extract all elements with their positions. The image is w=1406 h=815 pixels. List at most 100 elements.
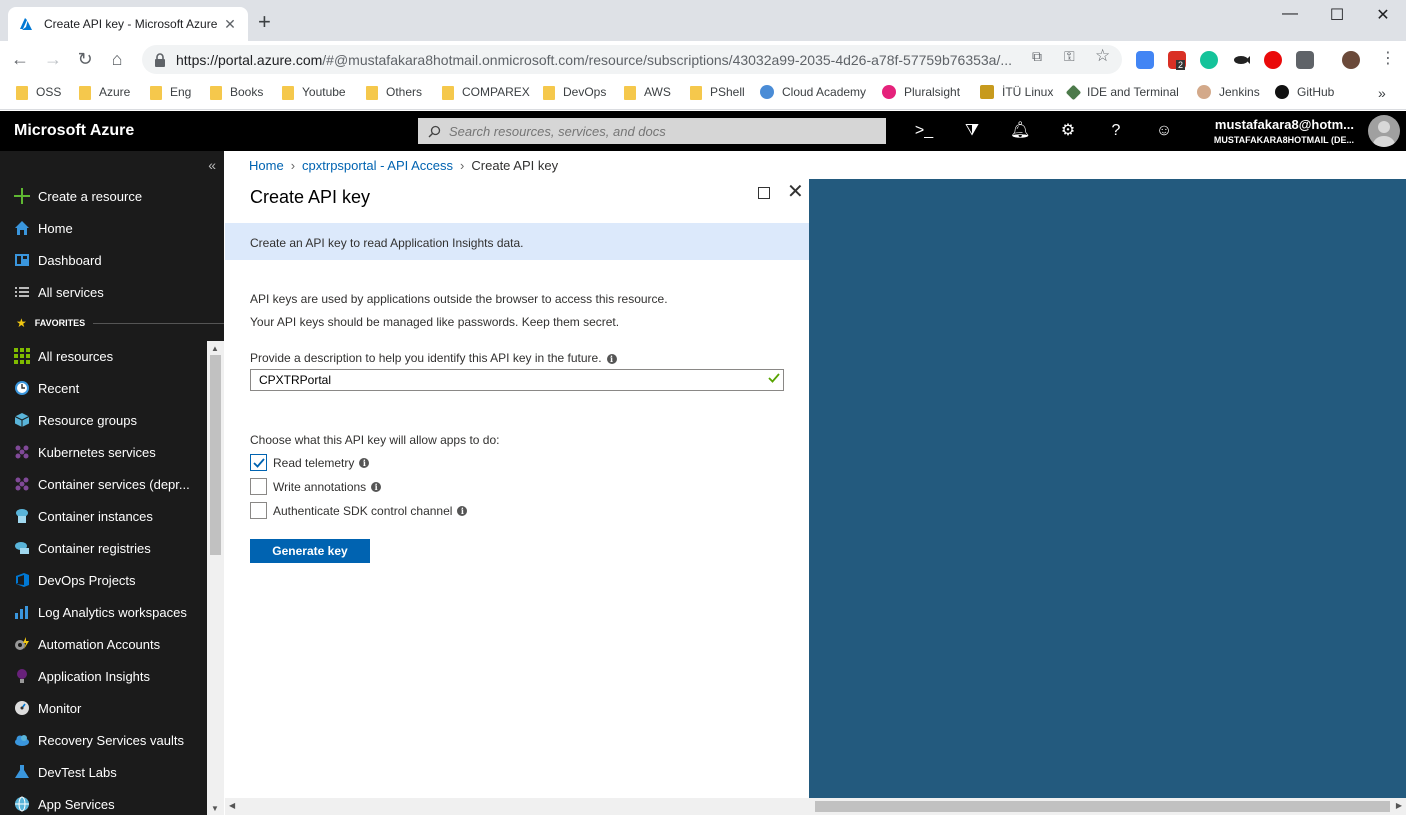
window-close-icon[interactable]: ✕ — [1363, 5, 1403, 25]
bookmark-folder[interactable]: Others — [366, 85, 422, 100]
search-input[interactable] — [449, 123, 869, 139]
bookmark-link[interactable]: Jenkins — [1197, 85, 1260, 99]
profile-avatar[interactable] — [1342, 51, 1360, 69]
tab-close-icon[interactable]: ✕ — [222, 16, 238, 33]
generate-key-button[interactable]: Generate key — [250, 539, 370, 563]
pocket-extension-icon[interactable] — [1296, 51, 1314, 69]
nav-devops-projects[interactable]: DevOps Projects — [0, 564, 207, 596]
global-search[interactable] — [418, 118, 886, 144]
option-authenticate-sdk[interactable]: Authenticate SDK control channel i — [250, 502, 468, 519]
bookmark-folder[interactable]: OSS — [16, 85, 61, 100]
bookmark-link[interactable]: Cloud Academy — [760, 85, 866, 99]
bookmark-folder[interactable]: COMPAREX — [442, 85, 530, 100]
notifications-bell-icon[interactable]: 🔔︎ — [1010, 121, 1030, 141]
nav-label: Automation Accounts — [38, 636, 161, 652]
nav-kubernetes[interactable]: Kubernetes services — [0, 436, 207, 468]
breadcrumb-parent[interactable]: cpxtrpsportal - API Access — [302, 158, 453, 173]
home-icon[interactable]: ⌂ — [105, 48, 129, 70]
bookmark-folder[interactable]: PShell — [690, 85, 745, 100]
scroll-left-icon[interactable]: ◀ — [229, 801, 235, 810]
bookmark-link[interactable]: GitHub — [1275, 85, 1334, 99]
chrome-menu-icon[interactable]: ⋮ — [1380, 48, 1396, 68]
more-bookmarks-icon[interactable]: » — [1378, 85, 1386, 101]
nav-scrollbar[interactable]: ▲ ▼ — [207, 341, 224, 815]
permissions-label: Choose what this API key will allow apps… — [250, 433, 500, 447]
translate-extension-icon[interactable] — [1136, 51, 1154, 69]
bookmark-star-icon[interactable]: ☆ — [1095, 46, 1110, 66]
nav-all-resources[interactable]: All resources — [0, 340, 207, 372]
cast-icon[interactable]: ⧉ — [1032, 48, 1042, 65]
azure-brand[interactable]: Microsoft Azure — [14, 122, 134, 140]
nav-devtest-labs[interactable]: DevTest Labs — [0, 756, 207, 788]
nav-home[interactable]: Home — [0, 212, 207, 244]
nav-container-instances[interactable]: Container instances — [0, 500, 207, 532]
help-icon[interactable]: ? — [1106, 121, 1126, 141]
scroll-up-icon[interactable]: ▲ — [211, 344, 219, 353]
nav-resource-groups[interactable]: Resource groups — [0, 404, 207, 436]
bookmark-folder[interactable]: Books — [210, 85, 263, 100]
close-blade-icon[interactable]: ✕ — [787, 182, 804, 202]
option-read-telemetry[interactable]: Read telemetry i — [250, 454, 370, 471]
lightbulb-icon — [17, 669, 27, 683]
minimize-icon[interactable]: — — [1270, 5, 1310, 23]
option-label: Write annotations — [273, 479, 367, 494]
nav-container-services[interactable]: Container services (depr... — [0, 468, 207, 500]
fish-extension-icon[interactable] — [1232, 51, 1250, 69]
bookmark-link[interactable]: IDE and Terminal — [1065, 84, 1179, 100]
back-icon[interactable]: ← — [8, 48, 32, 70]
nav-container-registries[interactable]: Container registries — [0, 532, 207, 564]
bookmark-link[interactable]: İTÜ Linux — [980, 85, 1053, 99]
scrollbar-thumb[interactable] — [815, 801, 1390, 812]
bookmark-folder[interactable]: DevOps — [543, 85, 606, 100]
forward-icon[interactable]: → — [41, 48, 65, 70]
settings-gear-icon[interactable]: ⚙ — [1058, 121, 1078, 141]
bookmark-label: Cloud Academy — [782, 85, 867, 99]
read-telemetry-checkbox[interactable] — [250, 454, 267, 471]
scroll-right-icon[interactable]: ▶ — [1396, 801, 1402, 810]
option-write-annotations[interactable]: Write annotations i — [250, 478, 382, 495]
account-info[interactable]: mustafakara8@hotm... MUSTAFAKARA8HOTMAIL… — [1214, 117, 1354, 145]
scrollbar-thumb[interactable] — [210, 355, 221, 555]
nav-automation-accounts[interactable]: Automation Accounts — [0, 628, 207, 660]
feedback-smiley-icon[interactable]: ☺ — [1154, 121, 1174, 141]
collapse-nav-icon[interactable]: « — [208, 157, 216, 173]
browser-tab[interactable]: Create API key - Microsoft Azure ✕ — [8, 7, 248, 41]
key-icon[interactable]: ⚿ — [1064, 48, 1075, 65]
nav-app-services[interactable]: App Services — [0, 788, 207, 815]
reload-icon[interactable]: ↻ — [73, 48, 97, 70]
nav-all-services[interactable]: All services — [0, 276, 207, 308]
bookmark-folder[interactable]: AWS — [624, 85, 671, 100]
maximize-blade-icon[interactable] — [758, 187, 770, 199]
grammarly-extension-icon[interactable] — [1200, 51, 1218, 69]
bookmark-folder[interactable]: Eng — [150, 85, 191, 100]
new-tab-button[interactable]: + — [258, 11, 271, 33]
bookmark-folder[interactable]: Azure — [79, 85, 130, 100]
info-icon[interactable]: i — [457, 505, 468, 516]
scroll-down-icon[interactable]: ▼ — [211, 804, 219, 813]
nav-log-analytics[interactable]: Log Analytics workspaces — [0, 596, 207, 628]
authenticate-sdk-checkbox[interactable] — [250, 502, 267, 519]
nav-monitor[interactable]: Monitor — [0, 692, 207, 724]
address-bar[interactable]: https://portal.azure.com/#@mustafakara8h… — [142, 45, 1122, 74]
maximize-icon[interactable]: ☐ — [1317, 5, 1357, 25]
horizontal-scrollbar[interactable]: ◀ ▶ — [225, 798, 1406, 815]
breadcrumb-home[interactable]: Home — [249, 158, 284, 173]
write-annotations-checkbox[interactable] — [250, 478, 267, 495]
opera-extension-icon[interactable] — [1264, 51, 1282, 69]
info-icon[interactable]: i — [371, 481, 382, 492]
nav-create-resource[interactable]: Create a resource — [0, 180, 207, 212]
mail-extension-icon[interactable]: 2 — [1168, 51, 1186, 70]
directory-filter-icon[interactable]: ⧩ — [962, 121, 982, 141]
avatar[interactable] — [1368, 115, 1400, 147]
cloud-shell-icon[interactable]: >_ — [914, 121, 934, 141]
tab-title: Create API key - Microsoft Azure — [44, 17, 218, 31]
nav-application-insights[interactable]: Application Insights — [0, 660, 207, 692]
nav-recovery-vaults[interactable]: Recovery Services vaults — [0, 724, 207, 756]
nav-dashboard[interactable]: Dashboard — [0, 244, 207, 276]
nav-recent[interactable]: Recent — [0, 372, 207, 404]
description-input[interactable] — [250, 369, 784, 391]
info-icon[interactable]: i — [359, 457, 370, 468]
bookmark-folder[interactable]: Youtube — [282, 85, 346, 100]
info-icon[interactable]: i — [606, 353, 617, 364]
bookmark-link[interactable]: Pluralsight — [882, 85, 960, 99]
